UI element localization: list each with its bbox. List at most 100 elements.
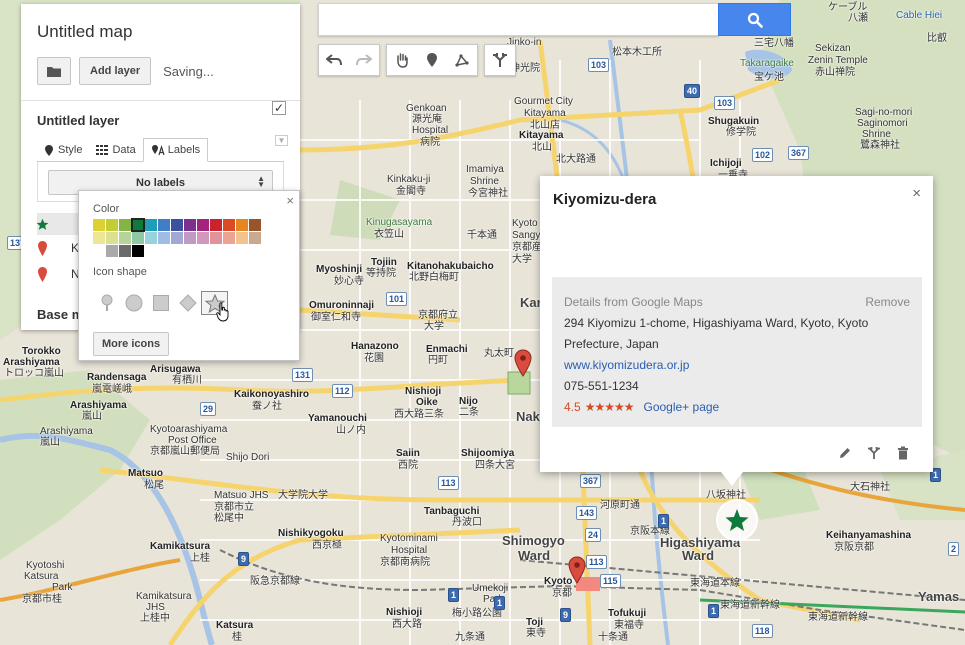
color-swatch[interactable] — [93, 232, 105, 244]
map-label[interactable]: 東海道本線 — [690, 578, 740, 589]
map-label[interactable]: 京都嵐山郵便局 — [150, 446, 220, 457]
map-label[interactable]: 妙心寺 — [334, 276, 364, 287]
map-label[interactable]: Shijo Dori — [226, 452, 269, 463]
map-label[interactable]: ケーブル — [828, 2, 867, 13]
color-swatch[interactable] — [210, 232, 222, 244]
edit-button[interactable] — [830, 446, 859, 460]
map-label[interactable]: 丹波口 — [452, 517, 482, 528]
map-label[interactable]: Matsuo JHS — [214, 490, 268, 501]
map-label[interactable]: 嵐山 — [40, 437, 60, 448]
delete-button[interactable] — [888, 446, 917, 460]
map-label[interactable]: Kitayama — [524, 108, 566, 119]
map-label[interactable]: Tojiin — [371, 257, 397, 268]
map-label[interactable]: Shrine — [470, 176, 499, 187]
map-label[interactable]: Kitayama — [519, 130, 563, 141]
map-label[interactable]: 東寺 — [526, 628, 546, 639]
map-label[interactable]: 北大路通 — [556, 154, 596, 165]
layer-title[interactable]: Untitled layer — [37, 113, 284, 128]
color-swatch[interactable] — [184, 232, 196, 244]
directions-button[interactable] — [485, 45, 515, 75]
color-swatch[interactable] — [223, 232, 235, 244]
map-label[interactable]: 源光庵 — [412, 114, 442, 125]
color-swatch[interactable] — [119, 232, 131, 244]
map-label[interactable]: Torokko — [22, 346, 61, 357]
map-label[interactable]: Tofukuji — [608, 608, 646, 619]
map-label[interactable]: 上桂中 — [140, 613, 170, 624]
map-label[interactable]: Zenin Temple — [808, 55, 868, 66]
map-label[interactable]: Park — [52, 582, 73, 593]
map-label[interactable]: 北野白梅町 — [409, 272, 459, 283]
map-label[interactable]: 比叡 — [927, 33, 947, 44]
map-label[interactable]: Oike — [416, 397, 438, 408]
map-label[interactable]: Nishioji — [386, 607, 422, 618]
map-label[interactable]: Hospital — [412, 125, 448, 136]
website-link[interactable]: www.kiyomizudera.or.jp — [564, 355, 910, 376]
map-label[interactable]: Hospital — [391, 545, 427, 556]
map-label[interactable]: Tanbaguchi — [424, 506, 479, 517]
shape-option-square[interactable] — [147, 291, 174, 315]
map-label[interactable]: Post Office — [168, 435, 217, 446]
map-label[interactable]: 西大路 — [392, 619, 422, 630]
map-label[interactable]: Cable Hiei — [896, 10, 942, 21]
map-label[interactable]: Gourmet City — [514, 96, 573, 107]
map-label[interactable]: Takaragaike — [740, 58, 794, 69]
color-swatch[interactable] — [132, 245, 144, 257]
map-label[interactable]: 京阪京都 — [834, 542, 874, 553]
map-label[interactable]: Saiin — [396, 448, 420, 459]
map-label[interactable]: 上桂 — [190, 553, 210, 564]
map-label[interactable]: 九条通 — [455, 632, 485, 643]
add-layer-button[interactable]: Add layer — [79, 57, 152, 85]
base-map-section-title[interactable]: Base m — [37, 307, 83, 322]
map-label[interactable]: Hanazono — [351, 341, 399, 352]
close-icon[interactable]: × — [286, 193, 294, 208]
search-input[interactable] — [318, 3, 719, 36]
color-swatch[interactable] — [106, 245, 118, 257]
map-label[interactable]: 阪急京都線 — [250, 576, 300, 587]
color-swatch[interactable] — [236, 219, 248, 231]
map-label[interactable]: Nishikyogoku — [278, 528, 344, 539]
map-label[interactable]: Ichijoji — [710, 158, 742, 169]
map-label[interactable]: Genkoan — [406, 103, 447, 114]
map-label[interactable]: Kyotoarashiyama — [150, 424, 227, 435]
map-label[interactable]: Kyoto — [512, 218, 538, 229]
tab-labels[interactable]: Labels — [142, 138, 209, 162]
map-label[interactable]: 今宮神社 — [468, 188, 508, 199]
color-swatch[interactable] — [236, 232, 248, 244]
map-label[interactable]: Myoshinji — [316, 264, 362, 275]
map-label[interactable]: Nak — [516, 410, 540, 424]
add-marker-button[interactable] — [417, 45, 447, 75]
map-label[interactable]: 山ノ内 — [336, 425, 366, 436]
map-label[interactable]: 赤山禅院 — [815, 67, 855, 78]
map-label[interactable]: Shimogyo — [502, 534, 565, 548]
map-label[interactable]: 円町 — [428, 355, 448, 366]
map-label[interactable]: Enmachi — [426, 344, 468, 355]
map-label[interactable]: 大学 — [512, 254, 532, 265]
map-label[interactable]: Arashiyama — [70, 400, 127, 411]
shape-option-circle[interactable] — [120, 291, 147, 315]
map-label[interactable]: 西京極 — [312, 540, 342, 551]
color-swatch[interactable] — [119, 219, 131, 231]
google-plus-link[interactable]: Google+ page — [643, 400, 719, 414]
map-label[interactable]: Nijo — [459, 396, 478, 407]
map-label[interactable]: 嵐電嵯峨 — [92, 384, 132, 395]
map-label[interactable]: Kinugasayama — [366, 217, 432, 228]
map-label[interactable]: JHS — [146, 602, 165, 613]
place-title[interactable]: Kiyomizu-dera — [553, 191, 656, 208]
map-label[interactable]: 東福寺 — [614, 620, 644, 631]
map-label[interactable]: 鷺森神社 — [860, 140, 900, 151]
map-label[interactable]: Yamanouchi — [308, 413, 367, 424]
color-swatch[interactable] — [171, 219, 183, 231]
map-label[interactable]: Katsura — [216, 620, 253, 631]
map-label[interactable]: Saginomori — [857, 118, 908, 129]
color-swatch[interactable] — [184, 219, 196, 231]
map-label[interactable]: 西大路三条 — [394, 409, 444, 420]
color-swatch[interactable] — [210, 219, 222, 231]
color-swatch[interactable] — [158, 232, 170, 244]
map-label[interactable]: Kamikatsura — [150, 541, 210, 552]
map-label[interactable]: 蚕ノ社 — [252, 401, 282, 412]
color-swatch[interactable] — [249, 219, 261, 231]
map-label[interactable]: 京都府立 — [418, 310, 458, 321]
map-label[interactable]: Arashiyama — [3, 357, 60, 368]
map-label[interactable]: 京都市桂 — [22, 594, 62, 605]
color-swatch[interactable] — [106, 232, 118, 244]
